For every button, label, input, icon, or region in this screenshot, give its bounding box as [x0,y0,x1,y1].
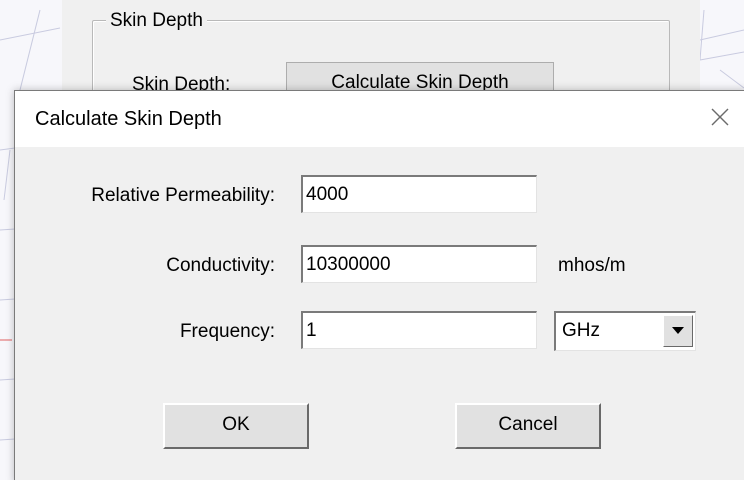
frequency-unit-value: GHz [562,320,600,341]
frequency-label: Frequency: [179,321,275,342]
conductivity-input[interactable] [301,245,537,283]
close-icon [711,108,729,126]
triangle-down-icon [672,327,684,334]
relative-permeability-input[interactable] [301,175,537,213]
ok-button[interactable]: OK [163,403,309,449]
dropdown-button[interactable] [663,315,693,347]
conductivity-label: Conductivity: [166,255,275,276]
conductivity-unit-label: mhos/m [558,255,626,276]
screen: Skin Depth Skin Depth: Calculate Skin De… [0,0,744,480]
dialog-titlebar[interactable]: Calculate Skin Depth [15,91,744,147]
dialog-title: Calculate Skin Depth [35,108,222,130]
calculate-skin-depth-dialog: Calculate Skin Depth Relative Permeabili… [14,90,744,480]
close-button[interactable] [693,91,744,143]
frequency-unit-select[interactable]: GHz [554,311,696,351]
relative-permeability-label: Relative Permeability: [91,185,275,206]
skin-depth-group-title: Skin Depth [106,10,207,32]
frequency-input[interactable] [301,311,537,349]
cancel-button[interactable]: Cancel [455,403,601,449]
